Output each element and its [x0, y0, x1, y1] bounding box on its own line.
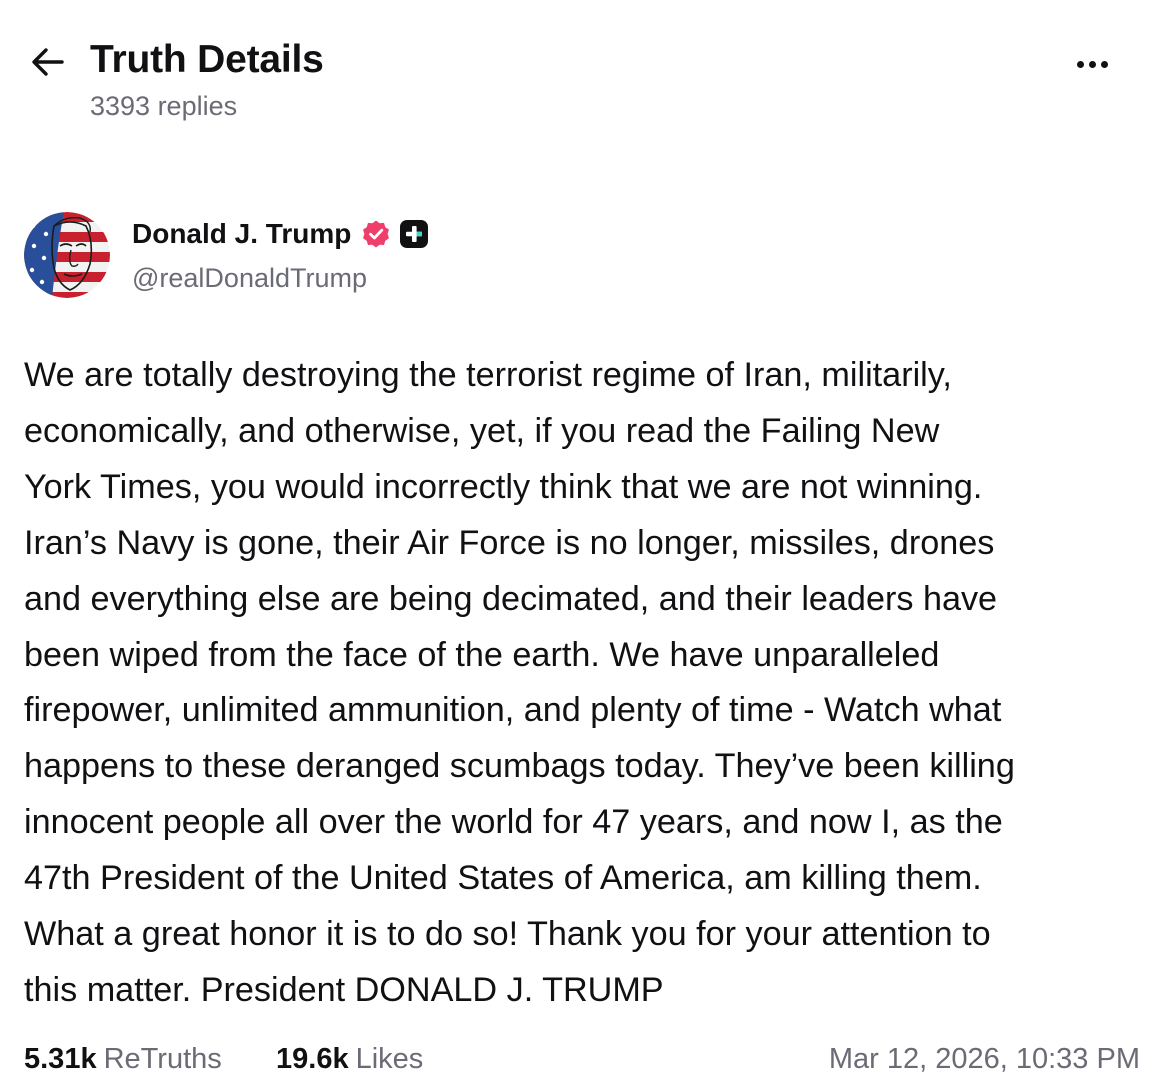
- author-handle[interactable]: @realDonaldTrump: [132, 260, 367, 296]
- retruths-label: ReTruths: [103, 1043, 222, 1075]
- verified-badge-icon: [363, 220, 390, 248]
- likes-count: 19.6k: [276, 1043, 349, 1075]
- back-button[interactable]: [24, 38, 72, 86]
- post-footer: 5.31k ReTruths 19.6k Likes Mar 12, 2026, 1…: [24, 1036, 1140, 1082]
- post-text-line: firepower, unlimited ammunition, and ple…: [24, 691, 1002, 730]
- retruths-stat[interactable]: 5.31k ReTruths: [24, 1036, 222, 1082]
- more-options-button[interactable]: [1066, 42, 1118, 86]
- post-text: We are totally destroying the terrorist …: [24, 348, 1148, 1019]
- post-text-line: happens to these deranged scumbags today…: [24, 747, 1015, 786]
- post-text-line: innocent people all over the world for 4…: [24, 803, 1003, 842]
- post-text-line: 47th President of the United States of A…: [24, 859, 982, 898]
- avatar[interactable]: [24, 212, 110, 298]
- post-timestamp: Mar 12, 2026, 10:33 PM: [828, 1043, 1140, 1075]
- post-text-line: Iran’s Navy is gone, their Air Force is …: [24, 523, 995, 562]
- more-horizontal-icon: [1074, 60, 1110, 68]
- header: Truth Details 3393 replies: [0, 0, 1160, 140]
- arrow-left-icon: [32, 48, 64, 76]
- page-title: Truth Details: [90, 38, 324, 81]
- likes-label: Likes: [355, 1043, 424, 1075]
- post-text-line: We are totally destroying the terrorist …: [24, 356, 952, 394]
- replies-count: 3393 replies: [90, 91, 238, 121]
- post-text-line: and everything else are being decimated,…: [24, 579, 998, 618]
- post-text-line: What a great honor it is to do so! Thank…: [24, 915, 991, 954]
- retruths-count: 5.31k: [24, 1043, 97, 1075]
- author-name[interactable]: Donald J. Trump: [132, 216, 351, 252]
- post-text-line: York Times, you would incorrectly think …: [24, 467, 983, 506]
- post-text-line: economically, and otherwise, yet, if you…: [24, 411, 940, 450]
- plus-badge-icon: [400, 220, 429, 248]
- author-name-row[interactable]: Donald J. Trump: [132, 216, 429, 252]
- author-block: Donald J. Trump @realDonaldTrump: [24, 210, 724, 310]
- post-text-line: been wiped from the face of the earth. W…: [24, 635, 940, 674]
- likes-stat[interactable]: 19.6k Likes: [276, 1036, 423, 1082]
- post-text-line: this matter. President DONALD J. TRUMP: [24, 970, 664, 1009]
